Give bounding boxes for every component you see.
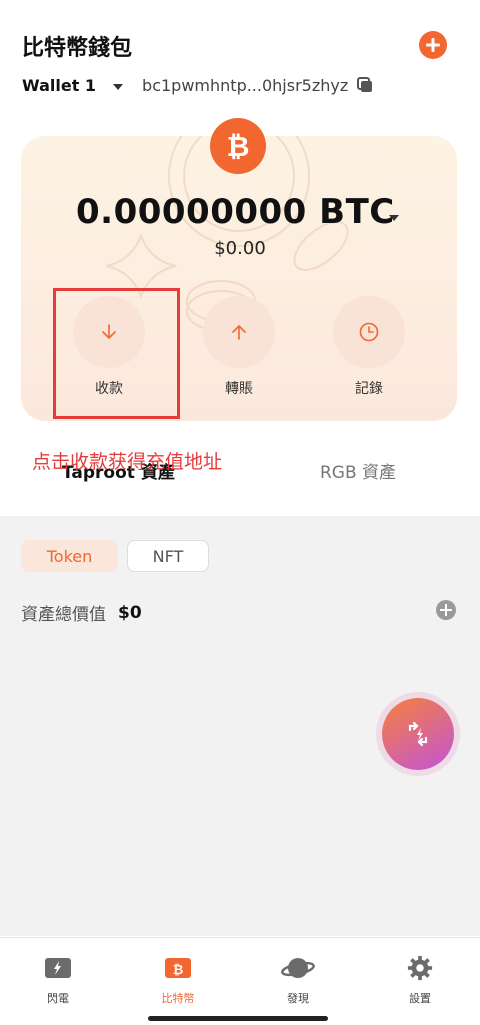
home-indicator (148, 1016, 328, 1021)
copy-icon[interactable] (356, 76, 374, 94)
nav-item-discover[interactable]: 發現 (258, 954, 338, 1006)
total-asset-row: 資產總價值 $0 (21, 600, 142, 626)
transfer-button[interactable]: 轉賬 (203, 296, 275, 398)
wallet-name[interactable]: Wallet 1 (22, 76, 96, 95)
arrow-up-icon (232, 324, 246, 340)
annotation-tip: 点击收款获得充值地址 (32, 451, 223, 473)
history-button[interactable]: 記錄 (333, 296, 405, 398)
bottom-nav: 閃電 ₿ 比特幣 發現 設置 (0, 937, 480, 1025)
wallet-selector[interactable]: Wallet 1 bc1pwmhntp...0hjsr5zhyz (22, 74, 374, 96)
swap-lightning-icon (408, 721, 428, 747)
plus-circle-icon (436, 600, 456, 620)
lightning-wallet-icon (45, 958, 71, 978)
gear-icon (407, 955, 433, 981)
bitcoin-logo-icon: ₿ (210, 118, 266, 174)
nav-label-discover: 發現 (287, 992, 309, 1005)
total-asset-label: 資產總價值 (21, 605, 106, 625)
nav-item-settings[interactable]: 設置 (380, 954, 460, 1006)
nav-item-lightning[interactable]: 閃電 (18, 954, 98, 1006)
swap-fab-button[interactable] (382, 698, 454, 770)
history-label: 記錄 (355, 381, 383, 397)
nav-label-settings: 設置 (409, 992, 431, 1005)
caret-down-icon[interactable] (388, 207, 400, 226)
svg-text:₿: ₿ (173, 963, 184, 978)
page-title: 比特幣錢包 (22, 36, 133, 61)
wallet-address: bc1pwmhntp...0hjsr5zhyz (142, 75, 349, 95)
add-asset-button[interactable] (435, 599, 457, 625)
clock-icon (359, 322, 379, 342)
btc-balance[interactable]: 0.00000000 BTC (76, 192, 395, 232)
add-wallet-button[interactable] (419, 31, 447, 59)
bitcoin-wallet-icon: ₿ (165, 958, 191, 978)
nft-filter-chip[interactable]: NFT (127, 540, 209, 572)
transfer-label: 轉賬 (225, 381, 253, 397)
nav-item-bitcoin[interactable]: ₿ 比特幣 (138, 954, 218, 1006)
plus-icon (426, 38, 440, 52)
tab-rgb-assets[interactable]: RGB 資產 (320, 458, 396, 483)
usd-balance: $0.00 (214, 238, 266, 259)
token-filter-chip[interactable]: Token (21, 540, 118, 572)
planet-icon (281, 958, 315, 978)
nav-label-lightning: 閃電 (47, 992, 69, 1005)
total-asset-value: $0 (118, 602, 142, 623)
svg-text:₿: ₿ (227, 130, 250, 163)
caret-down-icon[interactable] (112, 76, 124, 95)
nav-label-bitcoin: 比特幣 (161, 992, 195, 1005)
receive-highlight-box (53, 288, 180, 419)
